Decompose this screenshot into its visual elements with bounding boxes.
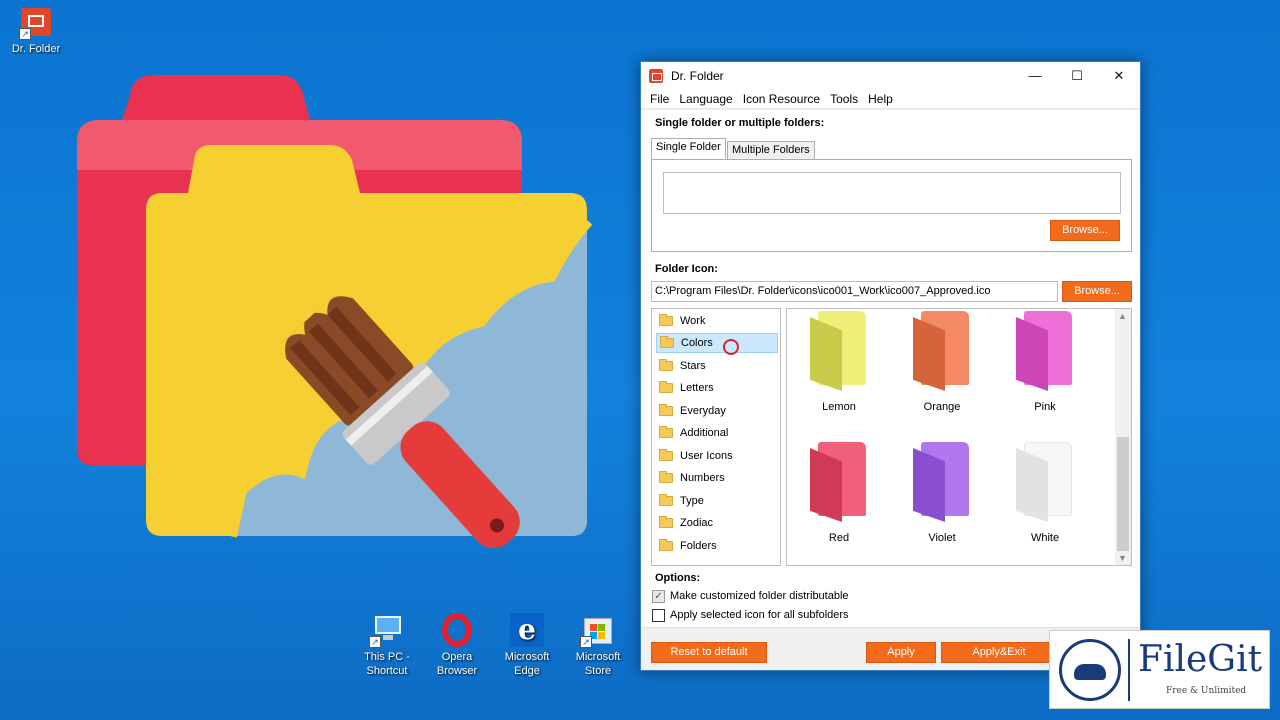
desktop-icon-opera[interactable]: Opera Browser	[421, 612, 493, 678]
folder-path-input[interactable]	[663, 172, 1121, 214]
folder-icon	[660, 336, 674, 348]
folder-icon	[659, 381, 673, 393]
folder-icon	[659, 539, 673, 551]
category-zodiac[interactable]: Zodiac	[656, 513, 778, 533]
desktop-icon-dr-folder[interactable]: ↗ Dr. Folder	[0, 6, 72, 56]
icon-path-input[interactable]: C:\Program Files\Dr. Folder\icons\ico001…	[651, 281, 1058, 302]
folder-icon	[659, 471, 673, 483]
icon-item-white[interactable]: White	[1000, 442, 1090, 544]
icon-item-red[interactable]: Red	[794, 442, 884, 544]
filegit-logo-icon	[1059, 639, 1121, 701]
icon-item-violet[interactable]: Violet	[897, 442, 987, 544]
scroll-up-icon[interactable]: ▲	[1118, 311, 1127, 321]
icon-item-pink[interactable]: Pink	[1000, 311, 1090, 413]
subfolders-label: Apply selected icon for all subfolders	[670, 609, 849, 621]
folder-icon	[659, 359, 673, 371]
lemon-folder-icon	[810, 311, 868, 391]
folder-icon-label: Folder Icon:	[655, 263, 718, 275]
desktop-icon-edge[interactable]: e Microsoft Edge	[491, 612, 563, 678]
folder-icon	[659, 449, 673, 461]
folder-icon	[659, 404, 673, 416]
icon-item-lemon[interactable]: Lemon	[794, 311, 884, 413]
orange-folder-icon	[913, 311, 971, 391]
browse-icon-button[interactable]: Browse...	[1062, 281, 1132, 302]
folder-icon	[659, 426, 673, 438]
edge-icon: e	[509, 612, 545, 648]
single-folder-panel: Browse...	[651, 159, 1132, 252]
desktop-icon-label: This PC - Shortcut	[364, 651, 410, 677]
desktop-icon-label: Microsoft Edge	[504, 651, 550, 677]
category-user-icons[interactable]: User Icons	[656, 446, 778, 466]
gallery-scrollbar[interactable]: ▲ ▼	[1115, 309, 1131, 565]
close-button[interactable]: ✕	[1097, 62, 1141, 89]
distributable-checkbox[interactable]: ✓	[652, 590, 665, 603]
menu-icon-resource[interactable]: Icon Resource	[738, 92, 825, 106]
scrollbar-thumb[interactable]	[1117, 437, 1129, 551]
tab-single-folder[interactable]: Single Folder	[651, 138, 726, 159]
minimize-button[interactable]: —	[1013, 62, 1057, 89]
desktop-icon-label: Microsoft Store	[575, 651, 621, 677]
opera-icon	[439, 612, 475, 648]
store-icon: ↗	[580, 612, 616, 648]
scroll-down-icon[interactable]: ▼	[1118, 553, 1127, 563]
shortcut-arrow-icon: ↗	[19, 28, 31, 40]
menu-help[interactable]: Help	[863, 92, 898, 106]
subfolders-checkbox[interactable]	[652, 609, 665, 622]
pink-folder-icon	[1016, 311, 1074, 391]
shortcut-arrow-icon: ↗	[580, 636, 592, 648]
dr-folder-app-icon: ↗	[19, 6, 53, 40]
category-numbers[interactable]: Numbers	[656, 468, 778, 488]
desktop-icon-label: Opera Browser	[436, 651, 478, 677]
window-titlebar[interactable]: Dr. Folder — ☐ ✕	[641, 62, 1140, 89]
desktop-icon-this-pc[interactable]: ↗ This PC - Shortcut	[351, 612, 423, 678]
red-folder-icon	[810, 442, 868, 522]
tab-multiple-folders[interactable]: Multiple Folders	[727, 141, 815, 160]
white-folder-icon	[1016, 442, 1074, 522]
apply-button[interactable]: Apply	[866, 642, 936, 663]
category-tree: Work Colors Stars Letters Everyday Addit…	[651, 308, 781, 566]
category-colors[interactable]: Colors	[656, 333, 778, 355]
apply-exit-button[interactable]: Apply&Exit	[941, 642, 1057, 663]
desktop-icon-store[interactable]: ↗ Microsoft Store	[562, 612, 634, 678]
reset-to-default-button[interactable]: Reset to default	[651, 642, 767, 663]
main-content: Single folder or multiple folders: Singl…	[641, 110, 1140, 627]
category-work[interactable]: Work	[656, 311, 778, 331]
category-additional[interactable]: Additional	[656, 423, 778, 443]
category-stars[interactable]: Stars	[656, 356, 778, 376]
desktop-icon-label: Dr. Folder	[11, 43, 61, 55]
menu-file[interactable]: File	[645, 92, 674, 106]
distributable-label: Make customized folder distributable	[670, 590, 849, 602]
folder-icon	[659, 494, 673, 506]
browse-folder-button[interactable]: Browse...	[1050, 220, 1120, 241]
menu-tools[interactable]: Tools	[825, 92, 863, 106]
icon-gallery: Lemon Orange Pink Red Violet White ▲ ▼	[786, 308, 1132, 566]
filegit-tagline: Free & Unlimited	[1166, 686, 1247, 696]
app-icon	[649, 68, 663, 83]
filegit-brand: FileGit	[1138, 639, 1263, 680]
maximize-button[interactable]: ☐	[1055, 62, 1099, 89]
dr-folder-window: Dr. Folder — ☐ ✕ File Language Icon Reso…	[640, 61, 1141, 671]
window-title: Dr. Folder	[671, 68, 724, 83]
category-folders[interactable]: Folders	[656, 536, 778, 556]
category-letters[interactable]: Letters	[656, 378, 778, 398]
filegit-watermark: FileGit Free & Unlimited	[1049, 630, 1270, 709]
violet-folder-icon	[913, 442, 971, 522]
folder-icon	[659, 516, 673, 528]
single-or-multiple-label: Single folder or multiple folders:	[655, 117, 825, 129]
dr-folder-logo-illustration	[60, 60, 640, 620]
folder-icon	[659, 314, 673, 326]
icon-item-orange[interactable]: Orange	[897, 311, 987, 413]
menu-language[interactable]: Language	[674, 92, 737, 106]
cursor-icon	[723, 339, 739, 355]
this-pc-icon: ↗	[369, 612, 405, 648]
options-label: Options:	[655, 572, 701, 584]
category-type[interactable]: Type	[656, 491, 778, 511]
shortcut-arrow-icon: ↗	[369, 636, 381, 648]
menubar: File Language Icon Resource Tools Help	[641, 89, 1140, 109]
category-everyday[interactable]: Everyday	[656, 401, 778, 421]
